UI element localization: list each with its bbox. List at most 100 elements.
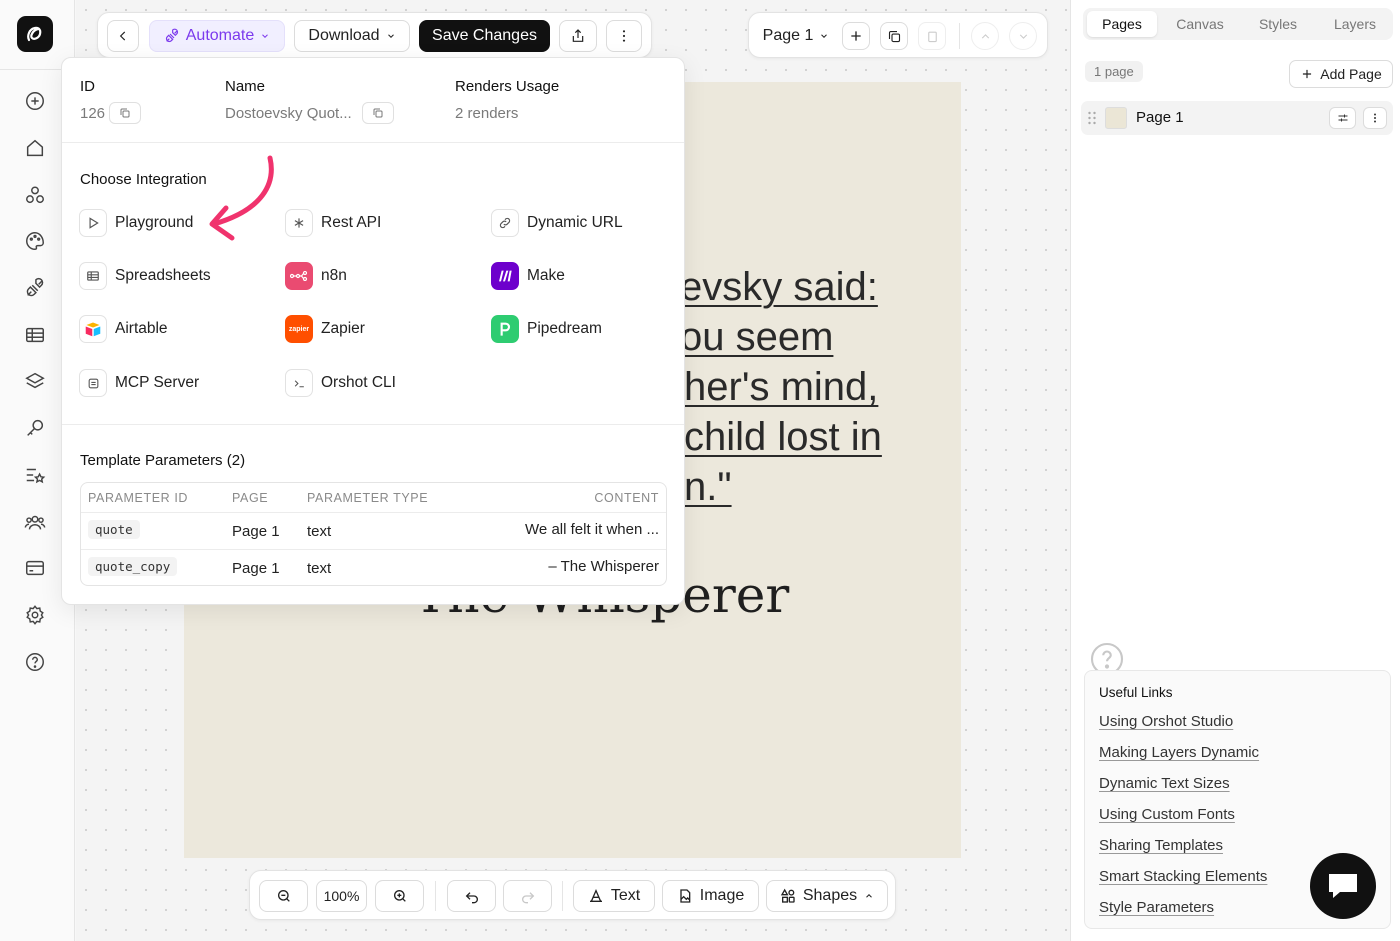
template-parameters-title: Template Parameters (2) — [80, 452, 246, 469]
useful-link[interactable]: Dynamic Text Sizes — [1099, 775, 1230, 792]
useful-link[interactable]: Sharing Templates — [1099, 837, 1223, 854]
redo-button[interactable] — [503, 880, 552, 912]
page-more-button[interactable] — [1363, 107, 1387, 129]
redo-icon — [521, 892, 534, 904]
integration-label: Zapier — [321, 320, 365, 337]
tab-layers[interactable]: Layers — [1319, 11, 1391, 37]
table-row[interactable]: quote Page 1 text We all felt it when ..… — [81, 512, 666, 549]
page-count-badge: 1 page — [1085, 61, 1143, 82]
automate-button[interactable]: Automate — [149, 20, 285, 52]
airtable-logo — [79, 315, 107, 343]
plug-icon[interactable] — [24, 277, 46, 299]
integration-orshot-cli[interactable]: Orshot CLI — [285, 368, 396, 398]
copy-name-button[interactable] — [362, 102, 394, 124]
useful-link[interactable]: Smart Stacking Elements — [1099, 868, 1267, 885]
useful-link[interactable]: Using Custom Fonts — [1099, 806, 1235, 823]
play-icon — [79, 209, 107, 237]
page-list-item[interactable]: Page 1 — [1081, 101, 1393, 135]
shapes-icon[interactable] — [24, 184, 46, 206]
help-icon[interactable] — [24, 651, 46, 673]
page-settings-button[interactable] — [1329, 107, 1356, 129]
layers-icon[interactable] — [24, 370, 46, 392]
share-icon — [572, 29, 584, 42]
integration-n8n[interactable]: n8n — [285, 261, 347, 291]
plus-circle-icon[interactable] — [24, 90, 46, 112]
palette-icon[interactable] — [24, 230, 46, 252]
plus-icon — [1303, 69, 1312, 79]
sliders-icon — [1338, 114, 1347, 122]
star-list-icon[interactable] — [24, 464, 46, 486]
table-row[interactable]: quote_copy Page 1 text – The Whisperer — [81, 549, 666, 585]
parameter-type: text — [307, 560, 332, 577]
home-icon[interactable] — [24, 137, 46, 159]
add-shapes-button[interactable]: Shapes — [766, 880, 888, 912]
integration-make[interactable]: Make — [491, 261, 565, 291]
share-button[interactable] — [559, 20, 597, 52]
server-icon — [79, 369, 107, 397]
download-button[interactable]: Download — [294, 20, 410, 52]
add-page-button[interactable]: Add Page — [1289, 60, 1393, 88]
zoom-level[interactable]: 100% — [316, 880, 367, 912]
tab-canvas[interactable]: Canvas — [1163, 11, 1237, 37]
popover-divider — [62, 142, 684, 143]
integration-label: Rest API — [321, 214, 382, 231]
chat-support-button[interactable] — [1310, 853, 1376, 919]
zapier-logo: zapier — [285, 315, 313, 343]
move-page-down-button[interactable] — [1009, 22, 1037, 50]
integration-spreadsheets[interactable]: Spreadsheets — [79, 261, 211, 291]
toolbar-divider — [562, 881, 563, 911]
terminal-icon — [285, 369, 313, 397]
integration-dynamic-url[interactable]: Dynamic URL — [491, 208, 623, 238]
chat-icon — [1329, 874, 1357, 898]
make-logo — [491, 262, 519, 290]
tab-styles[interactable]: Styles — [1241, 11, 1315, 37]
page-thumbnail — [1105, 107, 1127, 129]
users-icon[interactable] — [24, 511, 46, 533]
add-text-button[interactable]: Text — [573, 880, 655, 912]
save-changes-button[interactable]: Save Changes — [419, 20, 550, 52]
chevron-down-icon — [387, 34, 394, 38]
toolbar-divider — [959, 23, 960, 49]
toolbar-divider — [435, 881, 436, 911]
back-button[interactable] — [107, 20, 139, 52]
add-image-button[interactable]: Image — [662, 880, 759, 912]
key-icon[interactable] — [24, 417, 46, 439]
credit-card-icon[interactable] — [24, 557, 46, 579]
zoom-in-button[interactable] — [375, 880, 424, 912]
useful-link[interactable]: Using Orshot Studio — [1099, 713, 1233, 730]
integration-playground[interactable]: Playground — [79, 208, 193, 238]
zoom-in-icon — [393, 890, 406, 902]
integration-airtable[interactable]: Airtable — [79, 314, 168, 344]
chevron-left-icon — [119, 31, 126, 41]
integration-pipedream[interactable]: Pipedream — [491, 314, 602, 344]
zoom-out-button[interactable] — [259, 880, 308, 912]
useful-link[interactable]: Style Parameters — [1099, 899, 1214, 916]
integration-rest-api[interactable]: Rest API — [285, 208, 381, 238]
integration-zapier[interactable]: zapier Zapier — [285, 314, 365, 344]
renders-usage-label: Renders Usage — [455, 78, 560, 95]
column-header: CONTENT — [594, 491, 659, 505]
table-icon — [79, 262, 107, 290]
orshot-logo[interactable] — [17, 16, 53, 52]
page-name: Page 1 — [1136, 109, 1184, 126]
gear-icon[interactable] — [24, 604, 46, 626]
undo-button[interactable] — [447, 880, 496, 912]
copy-id-button[interactable] — [109, 102, 141, 124]
popover-divider — [62, 424, 684, 425]
drag-handle-icon — [1088, 111, 1096, 125]
plug-icon — [165, 28, 178, 43]
more-options-button[interactable] — [606, 20, 642, 52]
integration-mcp-server[interactable]: MCP Server — [79, 368, 199, 398]
asterisk-icon — [285, 209, 313, 237]
add-page-button[interactable] — [842, 22, 870, 50]
chevron-down-icon — [821, 34, 828, 38]
useful-link[interactable]: Making Layers Dynamic — [1099, 744, 1259, 761]
choose-integration-title: Choose Integration — [80, 171, 207, 188]
delete-page-button[interactable] — [918, 22, 946, 50]
move-page-up-button[interactable] — [971, 22, 999, 50]
table-icon[interactable] — [24, 324, 46, 346]
duplicate-page-button[interactable] — [880, 22, 908, 50]
parameters-table: PARAMETER ID PAGE PARAMETER TYPE CONTENT… — [80, 482, 667, 586]
page-select[interactable]: Page 1 — [756, 20, 836, 52]
tab-pages[interactable]: Pages — [1087, 11, 1157, 37]
